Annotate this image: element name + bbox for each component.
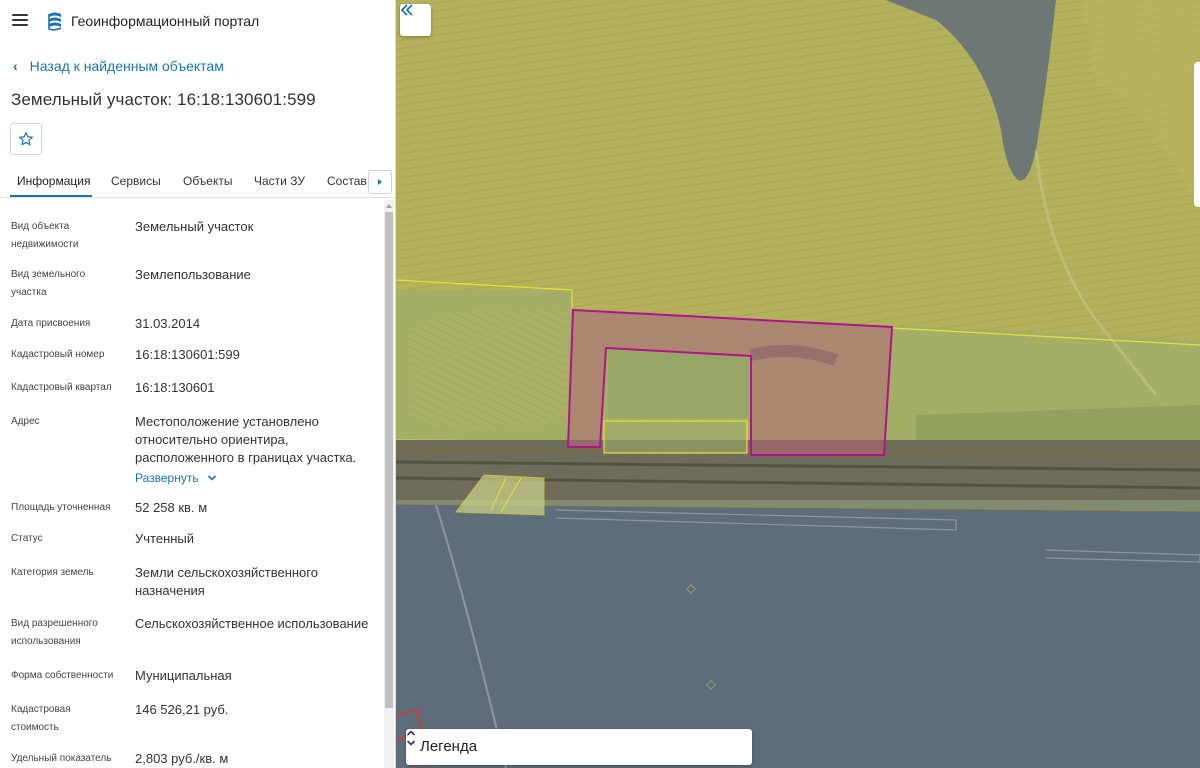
legend-select[interactable]: Легенда bbox=[406, 729, 752, 765]
info-label: Дата присвоения bbox=[11, 318, 91, 329]
info-label: Категория земель bbox=[11, 567, 94, 578]
info-scrollbar[interactable] bbox=[384, 200, 394, 768]
info-label: Вид объекта недвижимости bbox=[11, 221, 79, 250]
info-value: 16:18:130601 bbox=[135, 380, 215, 395]
tab-bar: Информация Сервисы Объекты Части ЗУ Сост… bbox=[0, 166, 395, 198]
page-title: Земельный участок: 16:18:130601:599 bbox=[11, 90, 316, 109]
info-label: Статус bbox=[11, 533, 43, 544]
back-to-results-link[interactable]: ‹ Назад к найденным объектам bbox=[13, 58, 224, 74]
info-value: Земельный участок bbox=[135, 219, 254, 234]
scroll-up-icon[interactable] bbox=[384, 200, 394, 212]
info-value: Местоположение установлено относительно … bbox=[135, 414, 357, 465]
app-title: Геоинформационный портал bbox=[71, 13, 260, 29]
tab-services[interactable]: Сервисы bbox=[111, 174, 161, 188]
info-value: Муниципальная bbox=[135, 668, 232, 683]
map-view[interactable]: Легенда bbox=[396, 0, 1200, 768]
expand-link-label: Развернуть bbox=[135, 471, 199, 485]
info-panel: Геоинформационный портал ‹ Назад к найде… bbox=[0, 0, 396, 768]
favorite-button[interactable] bbox=[10, 123, 42, 155]
info-label: Кадастровая стоимость bbox=[11, 704, 71, 733]
up-down-arrows-icon bbox=[406, 730, 416, 746]
info-label: Вид земельного участка bbox=[11, 269, 86, 298]
portal-logo-icon bbox=[48, 12, 62, 31]
chevron-down-icon bbox=[207, 475, 216, 481]
expand-address-link[interactable]: Развернуть bbox=[135, 471, 217, 485]
info-value: Земли сельскохозяйственного назначения bbox=[135, 565, 318, 598]
satellite-map[interactable] bbox=[396, 0, 1200, 768]
info-value: 16:18:130601:599 bbox=[135, 347, 240, 362]
tab-composition[interactable]: Состав bbox=[327, 174, 367, 188]
info-label: Форма собственности bbox=[11, 670, 114, 681]
tab-parcel-parts[interactable]: Части ЗУ bbox=[254, 174, 305, 188]
info-value: Учтенный bbox=[135, 531, 195, 546]
info-value: Сельскохозяйственное использование bbox=[135, 616, 369, 631]
info-value: Землепользование bbox=[135, 267, 251, 282]
collapse-panel-button[interactable] bbox=[400, 4, 431, 36]
hamburger-menu-icon[interactable] bbox=[12, 14, 28, 26]
info-value: 31.03.2014 bbox=[135, 316, 201, 331]
info-value: 52 258 кв. м bbox=[135, 500, 208, 515]
double-chevron-left-icon bbox=[400, 4, 413, 16]
tabs-scroll-right-button[interactable] bbox=[368, 170, 392, 194]
scrollbar-thumb[interactable] bbox=[385, 212, 393, 708]
chevron-left-icon: ‹ bbox=[13, 58, 18, 74]
tab-information[interactable]: Информация bbox=[17, 174, 90, 188]
info-label: Площадь уточненная bbox=[11, 502, 111, 513]
info-label: Вид разрешенного использования bbox=[11, 618, 98, 647]
info-label: Адрес bbox=[11, 416, 40, 427]
caret-right-icon bbox=[378, 179, 382, 185]
info-label: Кадастровый квартал bbox=[11, 382, 112, 393]
star-icon bbox=[19, 132, 33, 146]
info-value: 2,803 руб./кв. м bbox=[135, 751, 229, 766]
info-label: Кадастровый номер bbox=[11, 349, 105, 360]
info-value: 146 526,21 руб. bbox=[135, 702, 229, 717]
info-label: Удельный показатель bbox=[11, 753, 112, 764]
top-bar: Геоинформационный портал bbox=[0, 0, 395, 42]
map-side-handle[interactable] bbox=[1194, 62, 1200, 207]
legend-label: Легенда bbox=[420, 738, 478, 755]
active-tab-indicator bbox=[10, 195, 92, 197]
tab-objects[interactable]: Объекты bbox=[183, 174, 233, 188]
back-link-label: Назад к найденным объектам bbox=[29, 58, 224, 74]
